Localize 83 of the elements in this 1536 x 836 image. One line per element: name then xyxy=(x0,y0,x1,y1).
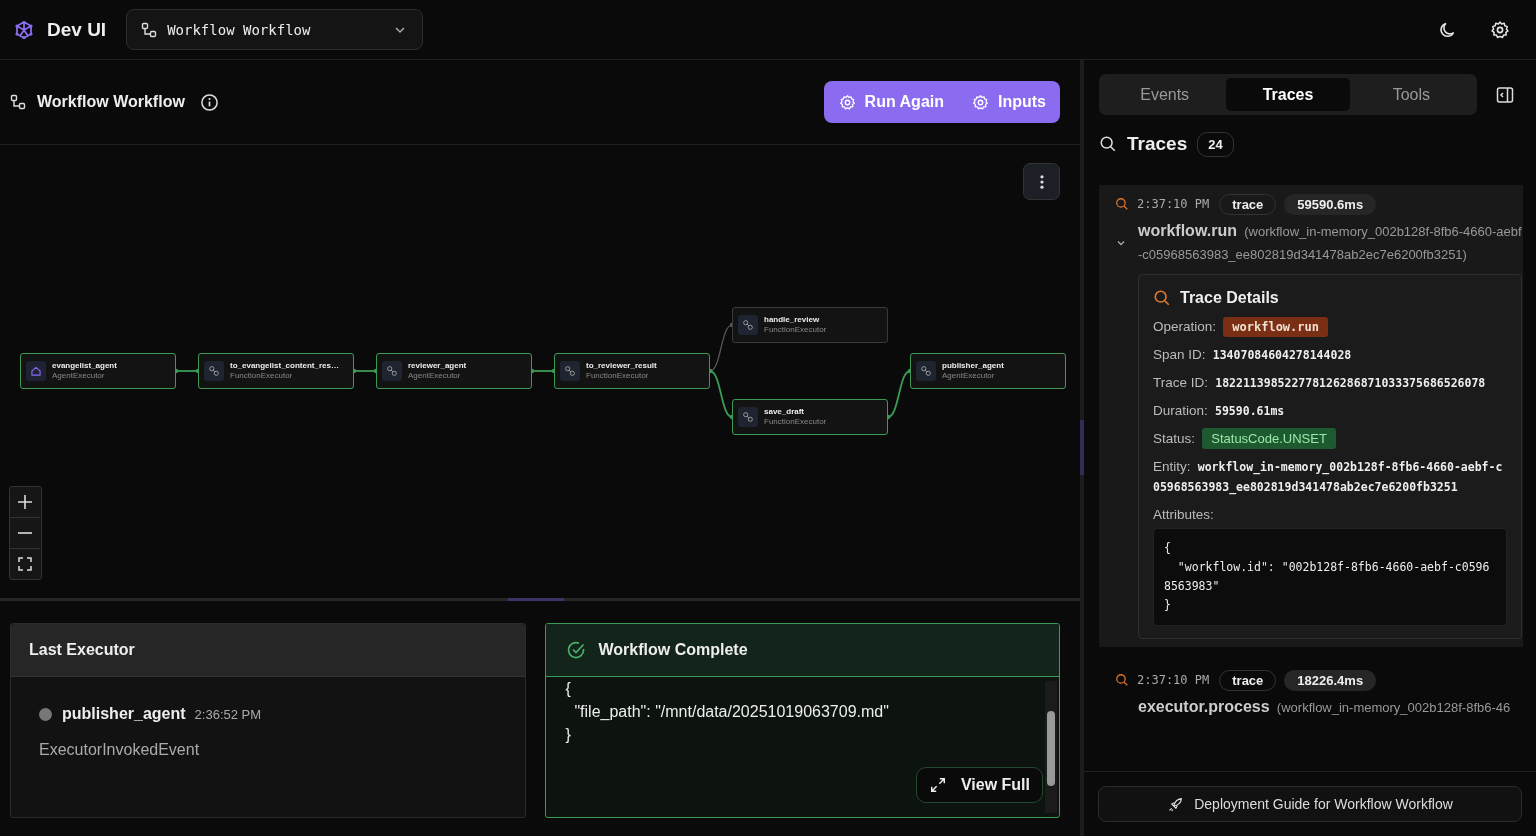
deployment-guide-button[interactable]: Deployment Guide for Workflow Workflow xyxy=(1098,786,1522,822)
link-icon xyxy=(382,361,402,381)
workflow-node[interactable]: to_reviewer_result FunctionExecutor xyxy=(554,353,710,389)
trace-time: 2:37:10 PM xyxy=(1137,197,1210,211)
check-circle-icon xyxy=(565,640,586,660)
detail-field: Entity: workflow_in-memory_002b128f-8fb6-4660-aebf-c05968563983_ee802819d341478ab2ec7e6200fb3251 xyxy=(1153,457,1507,497)
more-menu-button[interactable] xyxy=(1023,163,1060,200)
panel-toggle-icon[interactable] xyxy=(1495,84,1515,105)
node-name: evangelist_agent xyxy=(52,361,117,371)
gear-icon xyxy=(838,93,856,111)
node-name: publisher_agent xyxy=(942,361,1004,371)
gear-icon xyxy=(972,93,989,111)
workflow-selector[interactable]: Workflow Workflow xyxy=(126,9,424,50)
traces-title: Traces xyxy=(1127,133,1188,155)
workflow-node[interactable]: publisher_agent AgentExecutor xyxy=(910,353,1066,389)
status-dot xyxy=(39,707,52,721)
workflow-node[interactable]: reviewer_agent AgentExecutor xyxy=(376,353,532,389)
detail-field: Span ID: 13407084604278144028 xyxy=(1153,345,1507,365)
trace-time: 2:37:10 PM xyxy=(1137,673,1210,687)
node-name: to_evangelist_content_res… xyxy=(230,361,339,371)
executor-name: publisher_agent xyxy=(62,705,186,723)
trace-count: 24 xyxy=(1197,131,1234,157)
node-type: FunctionExecutor xyxy=(764,325,827,335)
scrollbar[interactable] xyxy=(1045,681,1057,813)
node-type: AgentExecutor xyxy=(52,371,106,381)
node-name: handle_review xyxy=(764,315,821,325)
home-icon xyxy=(26,361,46,381)
action-button[interactable]: Run Again xyxy=(823,81,958,123)
detail-field: Operation: workflow.run xyxy=(1153,317,1507,337)
node-name: save_draft xyxy=(764,407,806,417)
detail-field: Trace ID: 182211398522778126286871033375686526078 xyxy=(1153,373,1507,393)
link-icon xyxy=(560,361,580,381)
tab[interactable]: Traces xyxy=(1226,78,1350,111)
node-name: to_reviewer_result xyxy=(586,361,657,371)
card-title: Workflow Complete xyxy=(598,641,748,659)
node-type: AgentExecutor xyxy=(942,371,996,381)
detail-field: Status: StatusCode.UNSET xyxy=(1153,429,1507,449)
event-name: ExecutorInvokedEvent xyxy=(39,741,201,759)
search-icon xyxy=(1099,135,1117,153)
rocket-icon xyxy=(1167,795,1185,813)
link-icon xyxy=(738,407,758,427)
tab[interactable]: Tools xyxy=(1349,78,1473,111)
card-title: Last Executor xyxy=(29,641,135,659)
trace-duration: 59590.6ms xyxy=(1284,193,1377,215)
settings-icon[interactable] xyxy=(1490,19,1510,40)
workflow-icon xyxy=(141,21,158,38)
details-title: Trace Details xyxy=(1180,289,1279,307)
search-icon xyxy=(1153,289,1171,307)
link-icon xyxy=(738,315,758,335)
app-title: Dev UI xyxy=(47,18,107,41)
node-name: reviewer_agent xyxy=(408,361,467,371)
node-type: FunctionExecutor xyxy=(764,417,827,427)
workflow-title: Workflow Workflow xyxy=(37,93,185,111)
workflow-icon xyxy=(10,94,26,110)
attributes-label: Attributes: xyxy=(1153,507,1215,522)
attributes-code: { "workflow.id": "002b128f-8fb6-4660-aebf-c05968563983" } xyxy=(1153,528,1507,626)
node-type: AgentExecutor xyxy=(408,371,462,381)
detail-field: Duration: 59590.61ms xyxy=(1153,401,1507,421)
workflow-node[interactable]: to_evangelist_content_res… FunctionExecutor xyxy=(198,353,354,389)
search-icon xyxy=(1115,197,1129,211)
action-button[interactable]: Inputs xyxy=(958,81,1060,123)
trace-name: executor.process (workflow_in-memory_002b128f-8fb6-46 xyxy=(1138,697,1512,717)
expand-icon xyxy=(928,776,947,794)
trace-item[interactable]: 2:37:10 PM trace 18226.4ms executor.process (workflow_in-memory_002b128f-8fb6-46 xyxy=(1099,661,1523,727)
tab[interactable]: Events xyxy=(1103,78,1227,111)
search-icon xyxy=(1115,673,1129,687)
logo-icon xyxy=(14,19,34,40)
link-icon xyxy=(916,361,936,381)
info-icon[interactable] xyxy=(199,92,219,112)
node-type: FunctionExecutor xyxy=(230,371,294,381)
resize-handle[interactable] xyxy=(508,598,564,601)
result-output: { "file_path": "/mnt/data/20251019063709.md" } xyxy=(564,679,890,745)
workflow-node[interactable]: evangelist_agent AgentExecutor xyxy=(20,353,176,389)
link-icon xyxy=(204,361,224,381)
trace-item[interactable] xyxy=(1099,185,1523,647)
workflow-node[interactable]: handle_review FunctionExecutor xyxy=(732,307,888,343)
trace-duration: 18226.4ms xyxy=(1284,669,1377,691)
node-type: FunctionExecutor xyxy=(586,371,650,381)
view-full-button[interactable]: View Full xyxy=(915,767,1043,803)
workflow-node[interactable]: save_draft FunctionExecutor xyxy=(732,399,888,435)
more-icon xyxy=(1039,174,1044,189)
executor-time: 2:36:52 PM xyxy=(194,706,262,722)
trace-name: workflow.run (workflow_in-memory_002b128f-8fb6-4660-aebf-c05968563983_ee802819d341478ab2ec7e6200fb3251) xyxy=(1138,221,1523,264)
